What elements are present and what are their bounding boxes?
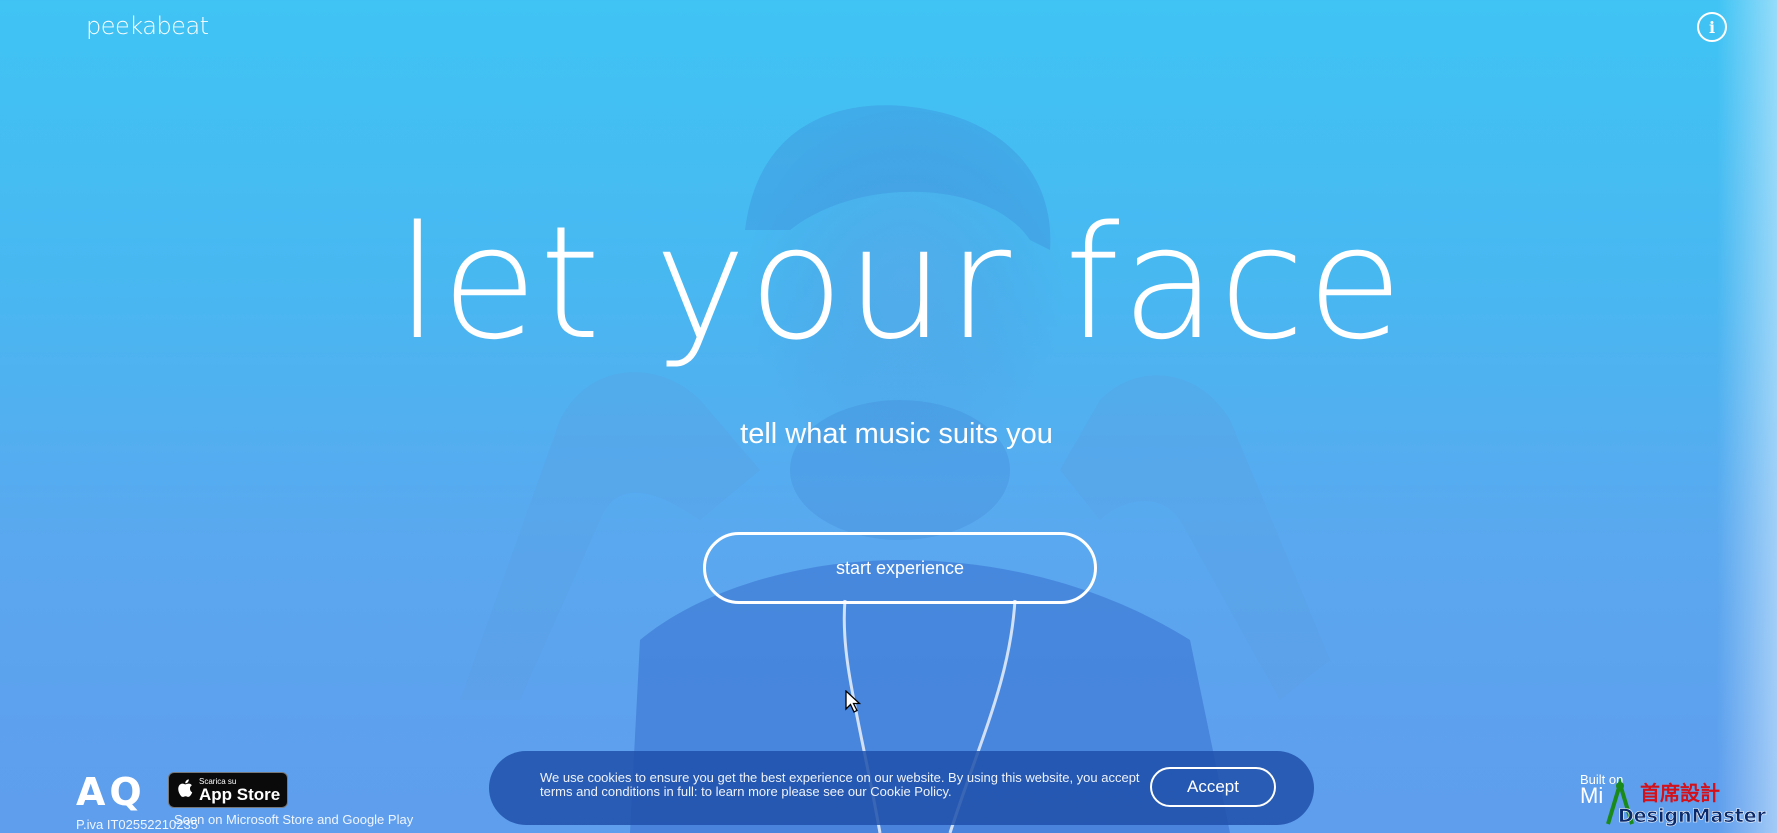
apple-icon <box>177 778 193 802</box>
stores-coming-soon-text: Soon on Microsoft Store and Google Play <box>174 812 414 827</box>
app-store-badge[interactable]: Scarica su App Store <box>168 772 288 808</box>
info-icon[interactable]: i <box>1697 12 1727 42</box>
cookie-banner: We use cookies to ensure you get the bes… <box>489 751 1314 825</box>
watermark-en-text: DesignMaster <box>1618 805 1767 827</box>
hero-background-image <box>460 105 1330 833</box>
brand-logo[interactable]: peekabeat <box>86 12 209 40</box>
accept-cookies-button[interactable]: Accept <box>1150 767 1276 807</box>
app-store-label: App Store <box>199 784 281 804</box>
hero-headline: let your face <box>396 192 1405 374</box>
mouse-cursor-icon <box>845 690 861 713</box>
start-experience-button[interactable]: start experience <box>703 532 1097 604</box>
cookie-notice-text: We use cookies to ensure you get the bes… <box>540 770 1140 799</box>
watermark-cn-text: 首席設計 <box>1640 781 1720 805</box>
right-edge-glow <box>1717 0 1777 833</box>
hero-subheadline: tell what music suits you <box>740 418 1053 450</box>
aq-logo[interactable]: AQ <box>76 770 146 814</box>
designmaster-watermark: 首席設計 DesignMaster <box>1606 778 1767 827</box>
